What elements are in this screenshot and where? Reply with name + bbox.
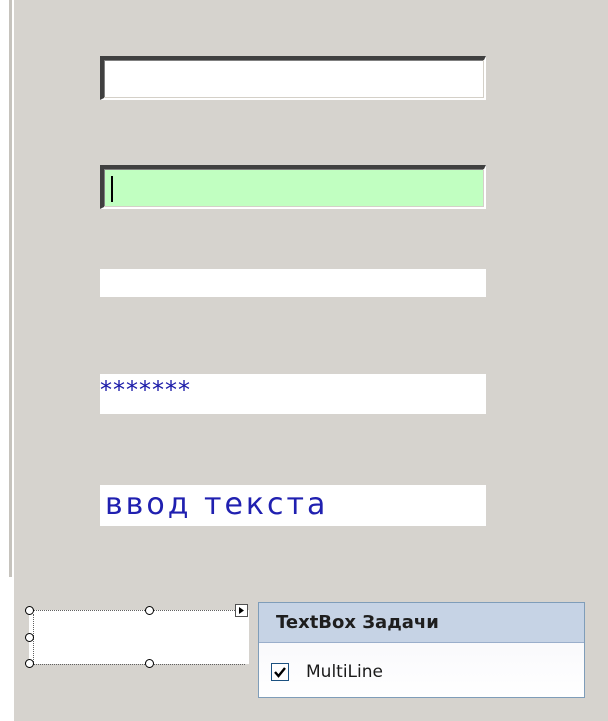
tasks-panel-header: TextBox Задачи [259, 603, 584, 643]
textbox-large-text[interactable]: ввод текста [100, 485, 486, 526]
textbox-focused-green[interactable] [100, 165, 486, 209]
smart-tag-glyph [239, 607, 244, 614]
textbox-tasks-panel: TextBox Задачи MultiLine [258, 602, 585, 698]
form-left-border [9, 0, 13, 577]
multiline-option[interactable]: MultiLine [271, 661, 383, 683]
component-tray-edge [0, 577, 14, 721]
textbox-large-text-value: ввод текста [105, 487, 329, 522]
multiline-label: MultiLine [306, 662, 383, 682]
resize-handle-top-middle[interactable] [145, 606, 154, 615]
selection-border-bottom [33, 664, 245, 665]
checkmark-icon [274, 667, 286, 678]
selected-textbox[interactable] [29, 610, 249, 664]
password-mask-text: ******* [100, 376, 191, 404]
resize-handle-top-left[interactable] [25, 606, 34, 615]
text-caret [111, 176, 113, 202]
textbox-sunken[interactable] [100, 56, 486, 100]
textbox-flat[interactable] [100, 269, 486, 297]
multiline-checkbox[interactable] [271, 663, 289, 681]
resize-handle-bottom-left[interactable] [25, 659, 34, 668]
textbox-password[interactable]: ******* [100, 374, 486, 414]
selection-border-top [33, 610, 245, 611]
resize-handle-middle-left[interactable] [25, 633, 34, 642]
smart-tag-arrow-icon[interactable] [235, 604, 248, 617]
resize-handle-bottom-middle[interactable] [145, 659, 154, 668]
designer-canvas: ******* ввод текста TextBox Задачи Multi… [0, 0, 608, 721]
tasks-panel-title: TextBox Задачи [276, 612, 439, 633]
